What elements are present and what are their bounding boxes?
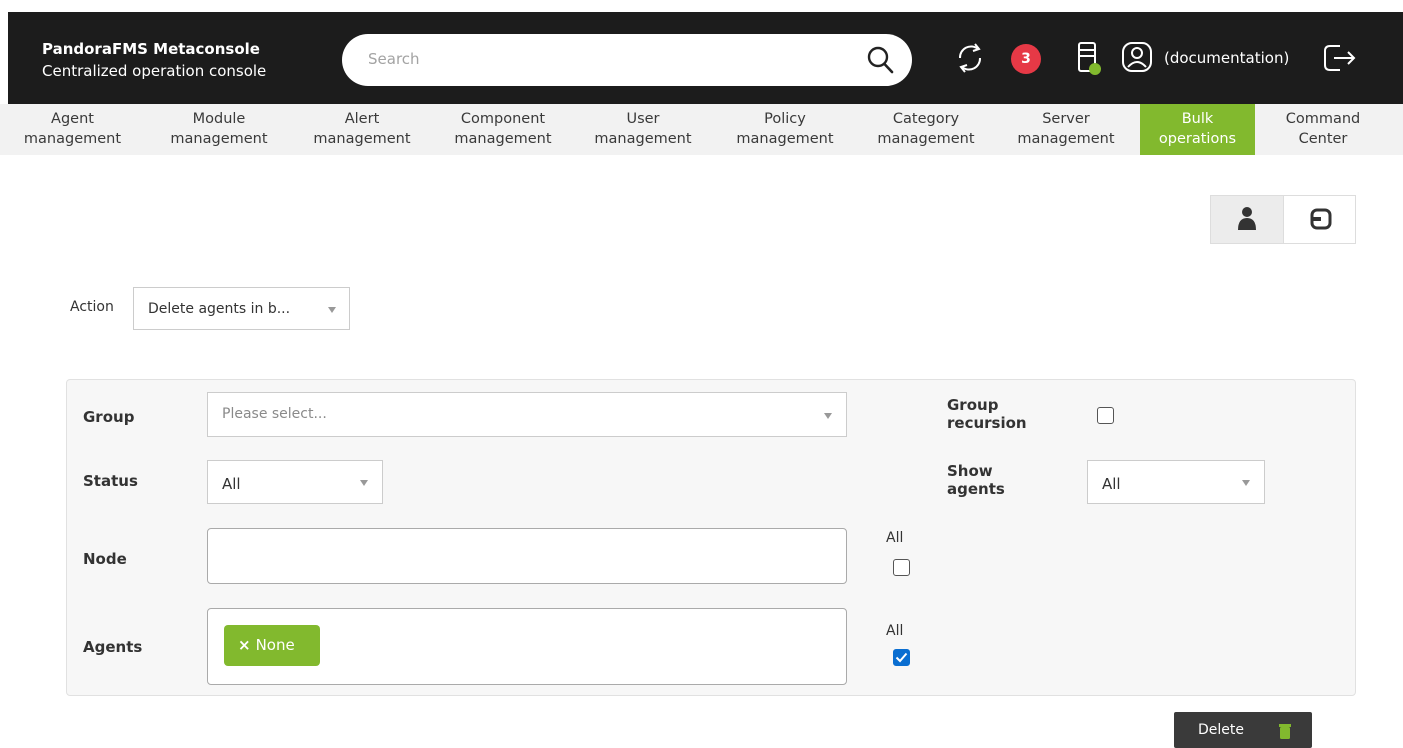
search-icon[interactable] bbox=[866, 44, 896, 76]
nav-alert-management[interactable]: Alert management bbox=[298, 104, 426, 155]
delete-button[interactable]: Delete bbox=[1174, 712, 1312, 748]
main-nav: Agent management Module management Alert ma… bbox=[0, 104, 1403, 155]
node-label: Node bbox=[83, 550, 127, 568]
person-icon bbox=[1238, 207, 1256, 230]
nav-category-management[interactable]: Category management bbox=[862, 104, 990, 155]
checkmark-icon bbox=[895, 652, 908, 663]
nav-command-center[interactable]: Command Center bbox=[1263, 104, 1383, 155]
group-recursion-checkbox[interactable] bbox=[1097, 407, 1114, 424]
action-select[interactable]: Delete agents in b... bbox=[133, 287, 350, 330]
top-header: PandoraFMS Metaconsole Centralized opera… bbox=[8, 12, 1403, 104]
show-agents-label: Show agents bbox=[947, 462, 1005, 498]
status-value: All bbox=[222, 475, 241, 493]
status-select[interactable]: All bbox=[207, 460, 383, 504]
chevron-down-icon bbox=[1242, 480, 1250, 486]
node-input[interactable] bbox=[207, 528, 847, 584]
server-status-icon[interactable] bbox=[1071, 38, 1107, 80]
trash-icon bbox=[1279, 724, 1291, 739]
nav-module-management[interactable]: Module management bbox=[155, 104, 283, 155]
user-icon[interactable] bbox=[1120, 40, 1154, 74]
search-bar[interactable]: Search bbox=[342, 34, 912, 86]
notifications-badge[interactable]: 3 bbox=[1011, 44, 1041, 74]
action-selected-value: Delete agents in b... bbox=[148, 301, 291, 317]
brand[interactable]: PandoraFMS Metaconsole Centralized opera… bbox=[42, 38, 266, 82]
nav-agent-management[interactable]: Agent management bbox=[0, 104, 145, 155]
action-label: Action bbox=[70, 299, 114, 315]
modules-view-button[interactable] bbox=[1283, 196, 1355, 243]
chevron-down-icon bbox=[328, 307, 336, 313]
remove-tag-icon[interactable]: × bbox=[238, 636, 251, 654]
refresh-icon[interactable] bbox=[952, 38, 988, 78]
group-select[interactable]: Please select... bbox=[207, 392, 847, 437]
view-toggle bbox=[1210, 195, 1356, 244]
bulk-filter-form: Group Please select... Group recursion S… bbox=[66, 379, 1356, 696]
brand-title: PandoraFMS Metaconsole bbox=[42, 40, 260, 58]
node-all-label: All bbox=[886, 530, 904, 546]
brand-subtitle: Centralized operation console bbox=[42, 62, 267, 80]
search-input[interactable]: Search bbox=[368, 50, 420, 68]
agents-all-label: All bbox=[886, 623, 904, 639]
nav-policy-management[interactable]: Policy management bbox=[721, 104, 849, 155]
logout-icon[interactable] bbox=[1320, 40, 1360, 76]
nav-bulk-operations[interactable]: Bulk operations bbox=[1140, 104, 1255, 155]
delete-button-label: Delete bbox=[1198, 722, 1244, 738]
nav-user-management[interactable]: User management bbox=[579, 104, 707, 155]
agents-label: Agents bbox=[83, 638, 143, 656]
group-recursion-label: Group recursion bbox=[947, 396, 1027, 432]
module-icon bbox=[1310, 208, 1332, 230]
show-agents-value: All bbox=[1102, 475, 1121, 493]
show-agents-select[interactable]: All bbox=[1087, 460, 1265, 504]
group-label: Group bbox=[83, 408, 135, 426]
nav-server-management[interactable]: Server management bbox=[1002, 104, 1130, 155]
agents-view-button[interactable] bbox=[1211, 196, 1283, 243]
agents-all-checkbox[interactable] bbox=[893, 649, 910, 666]
username[interactable]: (documentation) bbox=[1164, 49, 1289, 67]
nav-component-management[interactable]: Component management bbox=[439, 104, 567, 155]
group-placeholder: Please select... bbox=[222, 406, 327, 422]
status-label: Status bbox=[83, 472, 138, 490]
node-all-checkbox[interactable] bbox=[893, 559, 910, 576]
chevron-down-icon bbox=[360, 480, 368, 486]
agents-tag-none[interactable]: × None bbox=[224, 625, 320, 666]
chevron-down-icon bbox=[824, 413, 832, 419]
agents-multiselect[interactable]: × None bbox=[207, 608, 847, 685]
